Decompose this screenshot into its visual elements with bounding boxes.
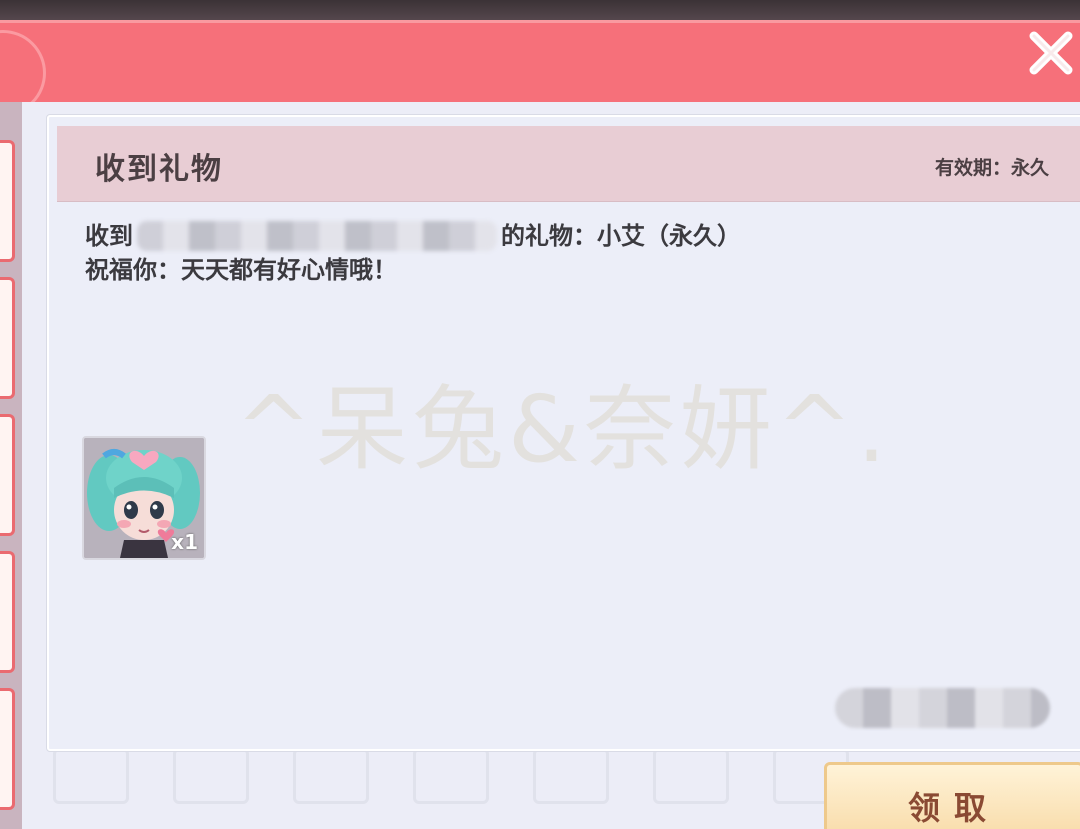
- claim-button-label: 领取: [907, 789, 1000, 827]
- gift-item[interactable]: x1: [82, 436, 206, 560]
- side-tab[interactable]: [0, 551, 15, 673]
- side-tab[interactable]: [0, 688, 15, 810]
- mail-title: 收到礼物: [95, 152, 223, 187]
- item-slot: [533, 748, 609, 804]
- close-icon: [1029, 31, 1073, 75]
- mail-header: 收到礼物 有效期：永久: [57, 126, 1080, 202]
- sender-name-redacted: [137, 221, 497, 251]
- watermark: ^呆兔&奈妍^.: [235, 376, 891, 483]
- mail-validity: 有效期：永久: [934, 157, 1049, 179]
- item-slot: [53, 748, 129, 804]
- side-tab[interactable]: [0, 414, 15, 536]
- message-suffix: 的礼物：小艾（永久）: [501, 222, 741, 250]
- side-tab-strip: [0, 102, 22, 829]
- item-slot: [413, 748, 489, 804]
- mail-message: 收到 的礼物：小艾（永久） 祝福你：天天都有好心情哦！: [85, 219, 741, 287]
- gift-mail-screen: 收到礼物 有效期：永久 收到 的礼物：小艾（永久） 祝福你：天天都有好心情哦！ …: [0, 0, 1080, 829]
- close-button[interactable]: [1022, 24, 1080, 82]
- header-bar: [0, 20, 1080, 116]
- sender-signature-redacted: [835, 688, 1050, 728]
- item-slot: [293, 748, 369, 804]
- message-line-1: 收到 的礼物：小艾（永久）: [85, 219, 741, 253]
- message-prefix: 收到: [85, 222, 133, 250]
- message-line-2: 祝福你：天天都有好心情哦！: [85, 256, 397, 284]
- claim-button[interactable]: 领取: [824, 762, 1080, 829]
- item-slot: [173, 748, 249, 804]
- side-tab[interactable]: [0, 140, 15, 262]
- gift-count: x1: [171, 530, 198, 554]
- side-tab[interactable]: [0, 277, 15, 399]
- item-slot: [653, 748, 729, 804]
- item-slot-row: [48, 748, 849, 808]
